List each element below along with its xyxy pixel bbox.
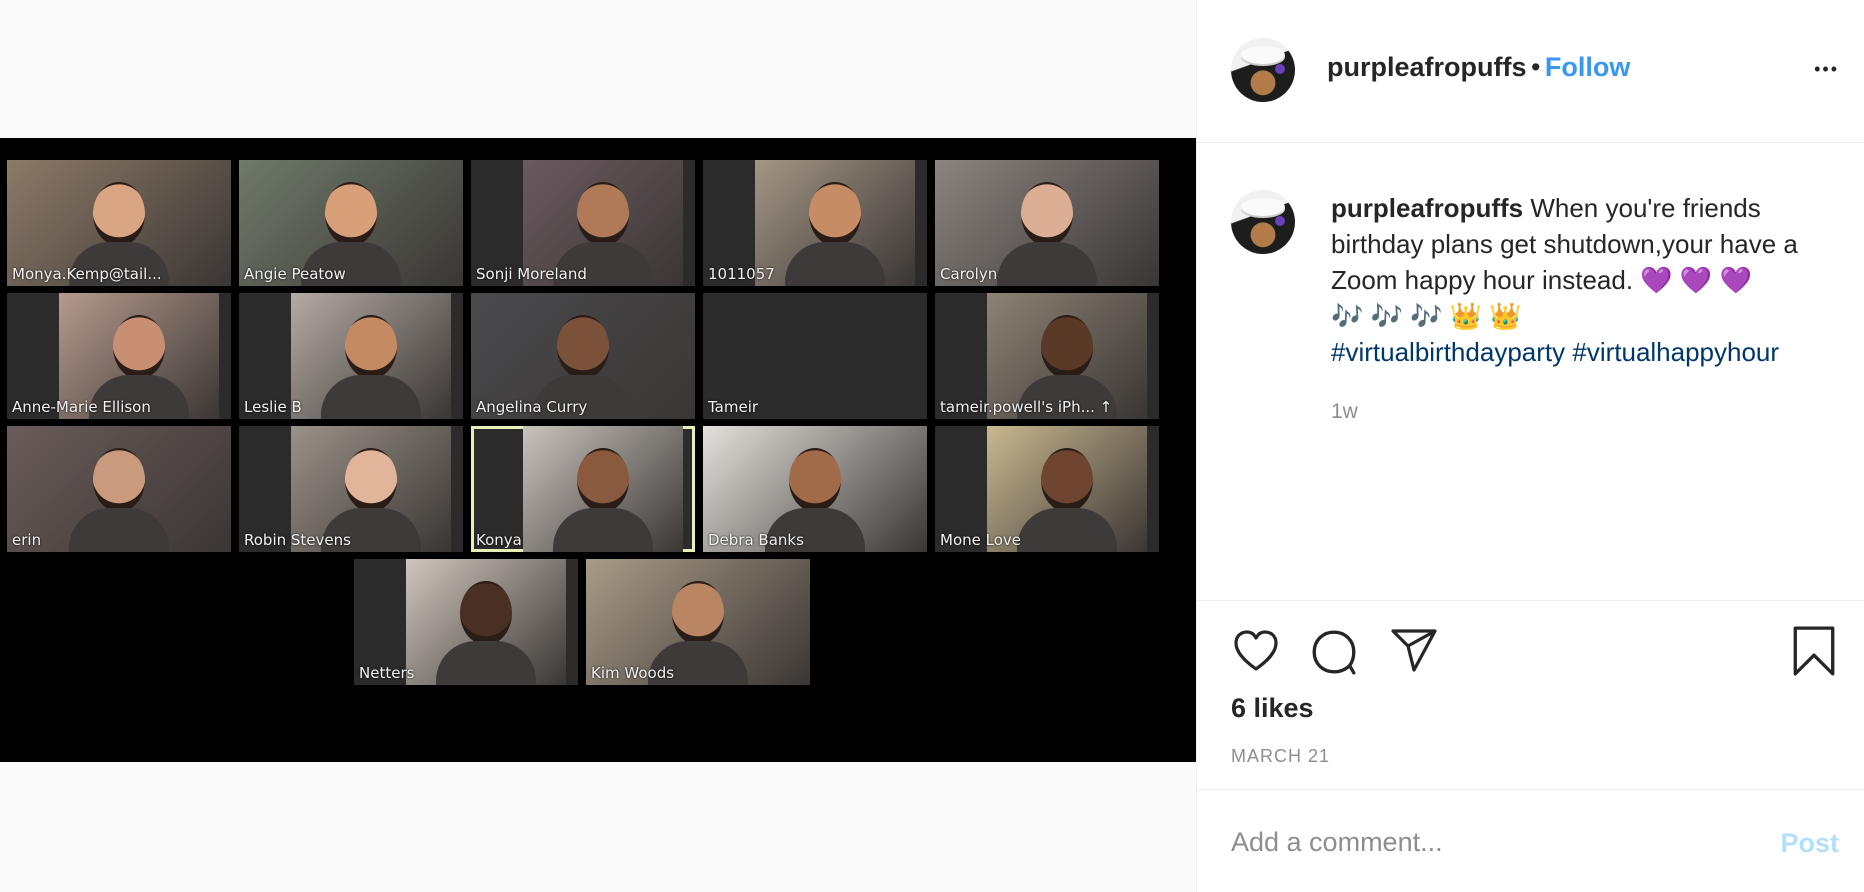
post-photo-zoom-grid[interactable]: Monya.Kemp@tail... Angie Peatow Sonji More… <box>0 138 1196 762</box>
like-heart-icon[interactable] <box>1231 627 1281 675</box>
participant-face <box>325 182 377 246</box>
post-date[interactable]: MARCH 21 <box>1231 746 1330 767</box>
participant-face <box>1041 448 1093 512</box>
share-direct-icon[interactable] <box>1389 627 1439 673</box>
zoom-participant-tile: Leslie B <box>239 293 463 419</box>
header-user-row: purpleafropuffs • Follow <box>1327 52 1630 83</box>
follow-button[interactable]: Follow <box>1545 52 1630 82</box>
more-options-icon[interactable]: ••• <box>1814 60 1839 78</box>
participant-body <box>69 508 169 552</box>
participant-name-label: Anne-Marie Ellison <box>12 398 151 416</box>
zoom-participant-tile: Konya <box>471 426 695 552</box>
hashtag-link[interactable]: #virtualbirthdayparty <box>1331 337 1565 367</box>
participant-face <box>1021 182 1073 246</box>
participant-face <box>93 182 145 246</box>
participant-name-label: erin <box>12 531 42 549</box>
participant-body <box>553 508 653 552</box>
participant-face <box>460 581 512 645</box>
zoom-participant-tile: Kim Woods <box>586 559 810 685</box>
zoom-participant-tile: Angelina Curry <box>471 293 695 419</box>
participant-name-label: Monya.Kemp@tail... <box>12 265 162 283</box>
participant-face <box>672 581 724 645</box>
caption-username[interactable]: purpleafropuffs <box>1331 193 1523 223</box>
post-actions: 6 likes MARCH 21 Post <box>1197 600 1864 892</box>
zoom-participant-tile: 1011057 <box>703 160 927 286</box>
participant-name-label: Angelina Curry <box>476 398 588 416</box>
header-username[interactable]: purpleafropuffs <box>1327 52 1527 82</box>
participant-face <box>1041 315 1093 379</box>
zoom-participant-tile: Angie Peatow <box>239 160 463 286</box>
participant-name-label: 1011057 <box>708 265 775 283</box>
participant-name-label: Tameir <box>708 398 759 416</box>
participant-video <box>523 426 683 552</box>
participant-face <box>113 315 165 379</box>
participant-video <box>291 293 451 419</box>
zoom-participant-tile: Mone Love <box>935 426 1159 552</box>
profile-avatar[interactable] <box>1231 38 1295 102</box>
participant-video <box>755 160 915 286</box>
header-separator: • <box>1530 52 1541 82</box>
save-bookmark-icon[interactable] <box>1791 625 1837 677</box>
participant-name-label: Robin Stevens <box>244 531 351 549</box>
participant-face <box>577 448 629 512</box>
participant-video <box>406 559 566 685</box>
participant-name-label: Carolyn <box>940 265 998 283</box>
comment-bar: Post <box>1197 789 1864 892</box>
hashtag-link[interactable]: #virtualhappyhour <box>1572 337 1779 367</box>
zoom-participant-tile: tameir.powell's iPh... ↑ <box>935 293 1159 419</box>
participant-body <box>785 242 885 286</box>
avatar-hat-shape <box>1241 198 1285 216</box>
zoom-participant-tile: erin <box>7 426 231 552</box>
participant-body <box>1017 508 1117 552</box>
zoom-participant-tile: Tameir <box>703 293 927 419</box>
participant-body <box>321 375 421 419</box>
post-sidebar: purpleafropuffs • Follow ••• purpleafrop… <box>1196 0 1864 892</box>
zoom-participant-tile: Robin Stevens <box>239 426 463 552</box>
participant-face <box>809 182 861 246</box>
participant-name-label: Konya <box>476 531 522 549</box>
post-header: purpleafropuffs • Follow ••• <box>1197 0 1864 143</box>
participant-body <box>997 242 1097 286</box>
participant-name-label: Kim Woods <box>591 664 675 682</box>
participant-name-label: Sonji Moreland <box>476 265 587 283</box>
participant-name-label: Netters <box>359 664 415 682</box>
comment-icon[interactable] <box>1309 627 1359 677</box>
post-time-ago[interactable]: 1w <box>1331 400 1358 424</box>
comment-input[interactable] <box>1231 822 1751 862</box>
zoom-participant-tile: Sonji Moreland <box>471 160 695 286</box>
post-comment-button[interactable]: Post <box>1780 828 1839 859</box>
participant-face <box>789 448 841 512</box>
participant-face <box>345 315 397 379</box>
participant-face <box>557 315 609 379</box>
participant-name-label: Debra Banks <box>708 531 804 549</box>
participant-face <box>345 448 397 512</box>
post-caption: purpleafropuffs When you're friends birt… <box>1331 190 1851 370</box>
avatar-accent-shape <box>1275 216 1285 226</box>
zoom-participant-tile: Carolyn <box>935 160 1159 286</box>
zoom-participant-tile: Debra Banks <box>703 426 927 552</box>
participant-face <box>577 182 629 246</box>
avatar-accent-shape <box>1275 64 1285 74</box>
participant-face <box>93 448 145 512</box>
participant-body <box>436 641 536 685</box>
caption-avatar[interactable] <box>1231 190 1295 254</box>
zoom-participant-tile: Anne-Marie Ellison <box>7 293 231 419</box>
media-pane: Monya.Kemp@tail... Angie Peatow Sonji More… <box>0 0 1196 892</box>
avatar-hat-shape <box>1241 46 1285 64</box>
zoom-participant-tile: Netters <box>354 559 578 685</box>
participant-name-label: Leslie B <box>244 398 302 416</box>
participant-name-label: Mone Love <box>940 531 1021 549</box>
likes-count[interactable]: 6 likes <box>1231 693 1314 724</box>
participant-name-label: tameir.powell's iPh... ↑ <box>940 398 1113 416</box>
zoom-participant-tile: Monya.Kemp@tail... <box>7 160 231 286</box>
participant-name-label: Angie Peatow <box>244 265 346 283</box>
caption-emoji-line: 🎶 🎶 🎶 👑 👑 <box>1331 301 1522 331</box>
